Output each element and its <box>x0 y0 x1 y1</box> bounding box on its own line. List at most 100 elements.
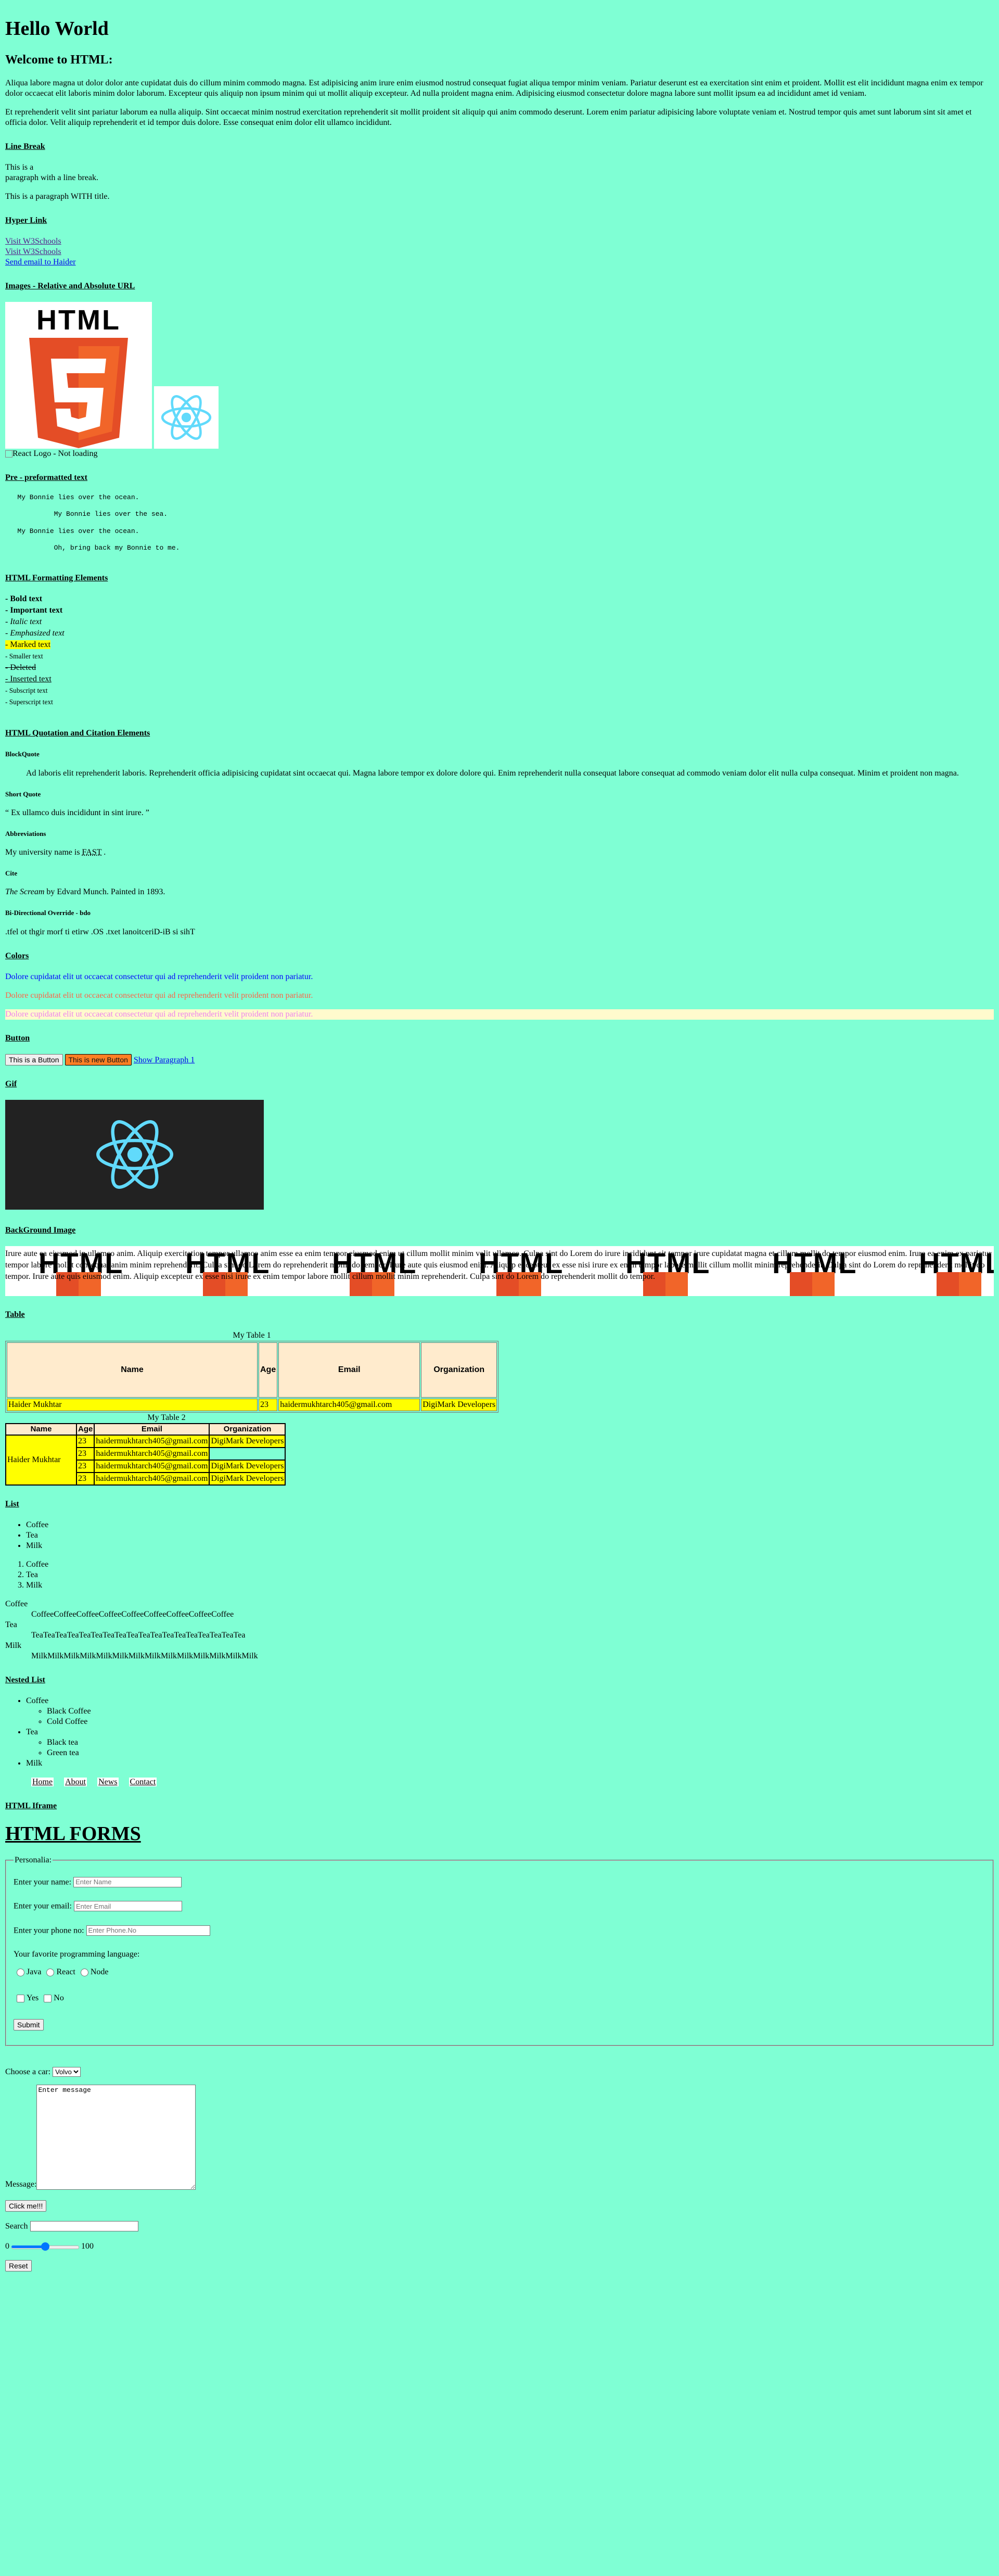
nav-about-link[interactable]: About <box>64 1778 87 1787</box>
tomato-text: Dolore cupidatat elit ut occaecat consec… <box>5 991 313 1000</box>
list-item: Coffee Black Coffee Cold Coffee <box>26 1696 994 1727</box>
name-input[interactable] <box>73 1876 182 1887</box>
marked-text: - Marked text <box>5 640 51 650</box>
section-colors: Colors <box>5 951 29 960</box>
react-radio[interactable] <box>46 1969 55 1977</box>
language-radio-group: Java React Node <box>14 1967 985 1977</box>
list-item: Coffee <box>26 1520 994 1530</box>
node-radio[interactable] <box>80 1969 88 1977</box>
phone-input[interactable] <box>86 1925 210 1936</box>
phone-label: Enter your phone no: <box>14 1926 84 1935</box>
italic-text: - Italic text <box>5 617 42 627</box>
nav-news-link[interactable]: News <box>97 1778 119 1787</box>
yes-checkbox[interactable] <box>17 1995 24 2003</box>
react-label: React <box>56 1968 75 1977</box>
name-label: Enter your name: <box>14 1877 72 1887</box>
click-me-button[interactable]: Click me!!! <box>5 2200 47 2212</box>
intro-paragraph-1: Aliqua labore magna ut dolor dolor ante … <box>5 78 983 98</box>
section-hyperlink: Hyper Link <box>5 215 47 225</box>
merged-name-cell: Haider Mukhtar <box>5 1435 77 1486</box>
background-image-block: HTML HTML HTML HTML HTML HTML HTML Irure… <box>5 1246 994 1296</box>
list-item: Black Coffee <box>47 1706 994 1717</box>
favorite-language-label: Your favorite programming language: <box>14 1950 140 1959</box>
hyperlink-list: Visit W3Schools Visit W3Schools Send ema… <box>5 236 994 268</box>
inserted-text: - Inserted text <box>5 675 52 684</box>
show-paragraph-link[interactable]: Show Paragraph 1 <box>134 1056 195 1064</box>
submit-button[interactable]: Submit <box>14 2019 44 2031</box>
car-row: Choose a car: Volvo <box>5 2067 994 2077</box>
broken-image: React Logo - Not loading <box>5 449 994 459</box>
section-button: Button <box>5 1033 30 1043</box>
deleted-text: - Deleted <box>5 663 36 672</box>
description-list: Coffee CoffeeCoffeeCoffeeCoffeeCoffeeCof… <box>5 1599 994 1661</box>
unordered-list: Coffee Tea Milk <box>5 1520 994 1551</box>
name-row: Enter your name: <box>14 1876 985 1888</box>
section-images: Images - Relative and Absolute URL <box>5 281 135 290</box>
page: Hello World Welcome to HTML: Aliqua labo… <box>0 17 999 2272</box>
bdo-paragraph: .tfel ot thgir morf ti etirw .OS .txet l… <box>5 927 195 936</box>
reset-button[interactable]: Reset <box>5 2260 32 2272</box>
cite-paragraph: The Scream by Edvard Munch. Painted in 1… <box>5 887 165 897</box>
plain-button[interactable]: This is a Button <box>5 1054 63 1065</box>
message-label: Message: <box>5 2180 37 2189</box>
description-term: Tea <box>5 1620 17 1630</box>
range-min-label: 0 <box>5 2241 9 2251</box>
react-logo-image <box>154 386 219 449</box>
search-input[interactable] <box>30 2221 138 2232</box>
section-quotation: HTML Quotation and Citation Elements <box>5 729 150 738</box>
section-pre: Pre - preformatted text <box>5 473 87 482</box>
table-row: Haider Mukhtar 23 haidermukhtarch405@gma… <box>5 1435 286 1486</box>
no-checkbox[interactable] <box>44 1995 52 2003</box>
description-detail: TeaTeaTeaTeaTeaTeaTeaTeaTeaTeaTeaTeaTeaT… <box>31 1631 246 1640</box>
list-item: Tea <box>26 1570 994 1580</box>
message-textarea[interactable]: Enter message <box>36 2085 196 2190</box>
table-1: Name Age Email Organization Haider Mukht… <box>5 1340 499 1413</box>
range-slider[interactable] <box>11 2242 79 2251</box>
forms-title: HTML FORMS <box>5 1823 141 1845</box>
email-input[interactable] <box>73 1901 182 1912</box>
section-formatting: HTML Formatting Elements <box>5 574 108 583</box>
list-item: Black tea <box>47 1737 994 1748</box>
new-button[interactable]: This is new Button <box>65 1054 132 1065</box>
images-row: HTML <box>5 301 994 449</box>
superscript-text: - Superscript text <box>5 698 53 706</box>
search-label: Search <box>5 2222 28 2231</box>
checkbox-group: Yes No <box>14 1993 985 2003</box>
line-break-paragraph: This is a paragraph with a line break. <box>5 162 99 182</box>
java-label: Java <box>27 1968 42 1977</box>
abbreviation: FAST <box>82 848 102 857</box>
java-radio[interactable] <box>17 1969 24 1977</box>
section-nested-list: Nested List <box>5 1676 45 1685</box>
no-label: No <box>54 1994 64 2003</box>
nav-links: Home About News Contact <box>5 1777 994 1787</box>
table-2-wrap: My Table 2 Name Age Email Organization H… <box>5 1413 328 1486</box>
titled-paragraph: This is a paragraph WITH title. <box>5 192 110 201</box>
welcome-heading: Welcome to HTML: <box>5 53 113 67</box>
small-text: - Smaller text <box>5 652 43 661</box>
personalia-fieldset: Personalia: Enter your name: Enter your … <box>5 1855 994 2047</box>
table-header: Name <box>7 1342 258 1398</box>
nav-contact-link[interactable]: Contact <box>129 1778 157 1787</box>
car-label: Choose a car: <box>5 2067 51 2077</box>
intro-paragraph-2: Et reprehenderit velit sint pariatur lab… <box>5 107 972 127</box>
blue-text: Dolore cupidatat elit ut occaecat consec… <box>5 972 313 981</box>
table-2: Name Age Email Organization Haider Mukht… <box>5 1423 286 1486</box>
w3schools-link-2[interactable]: Visit W3Schools <box>5 247 61 256</box>
nav-home-link[interactable]: Home <box>31 1778 54 1787</box>
html5-shield-icon <box>29 338 128 448</box>
ordered-list: Coffee Tea Milk <box>5 1559 994 1591</box>
list-item: Green tea <box>47 1748 994 1758</box>
description-term: Coffee <box>5 1600 28 1609</box>
react-gif <box>5 1099 264 1210</box>
search-row: Search <box>5 2221 994 2232</box>
preformatted-text: My Bonnie lies over the ocean. My Bonnie… <box>17 493 180 552</box>
section-iframe: HTML Iframe <box>5 1801 57 1811</box>
formatting-list: - Bold text - Important text - Italic te… <box>5 594 994 707</box>
car-select[interactable]: Volvo <box>53 2067 81 2077</box>
list-item: Cold Coffee <box>47 1717 994 1727</box>
email-link[interactable]: Send email to Haider <box>5 258 76 267</box>
w3schools-link-1[interactable]: Visit W3Schools <box>5 237 61 246</box>
nested-list: Coffee Black Coffee Cold Coffee Tea Blac… <box>5 1696 994 1769</box>
html5-logo-image: HTML <box>5 301 152 449</box>
section-gif: Gif <box>5 1079 17 1088</box>
